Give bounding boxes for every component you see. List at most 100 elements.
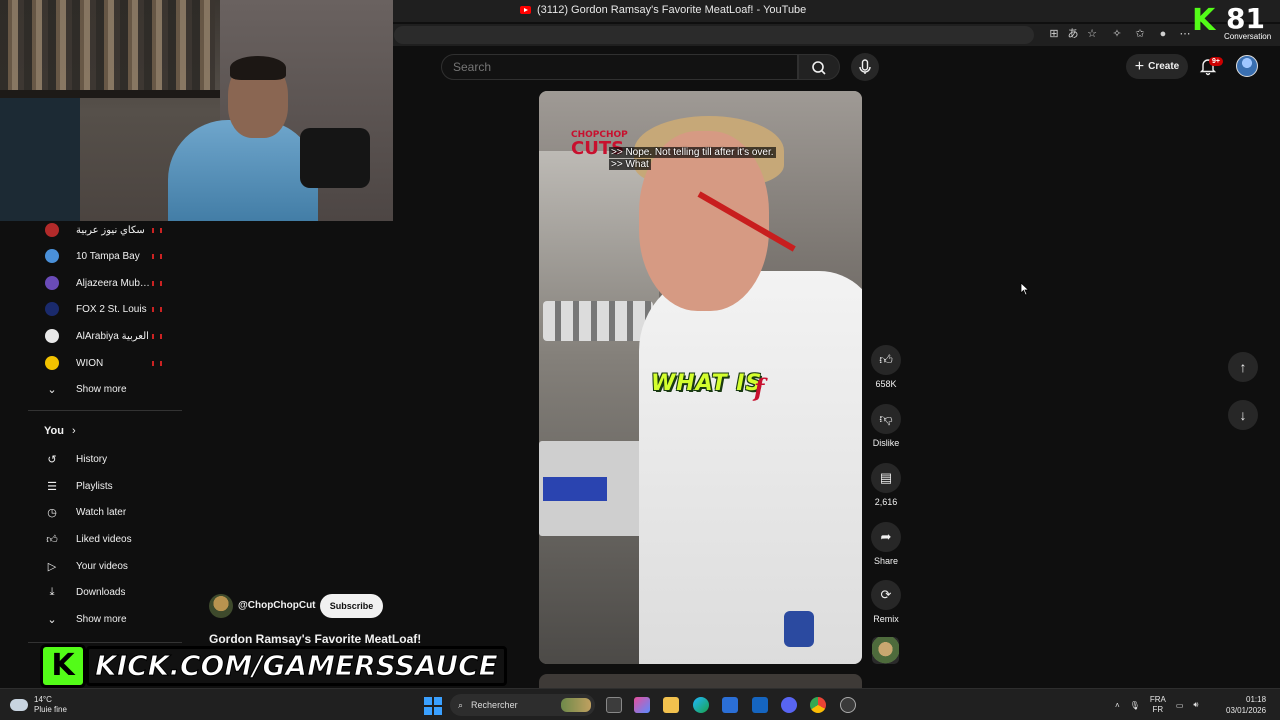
remix-icon: ⟳ xyxy=(871,580,901,610)
favorite-star-icon[interactable]: ☆ xyxy=(1085,27,1099,41)
file-explorer-icon[interactable] xyxy=(663,697,679,713)
sidebar-item-label: Watch later xyxy=(76,506,127,518)
chevron-right-icon: › xyxy=(71,425,76,437)
like-count: 658K xyxy=(875,379,897,389)
thumbs-up-icon: 👍︎ xyxy=(871,345,901,375)
show-more-channels[interactable]: ⌄ Show more xyxy=(28,376,182,402)
create-button[interactable]: + Create xyxy=(1126,54,1188,79)
remix-button[interactable]: ⟳ Remix xyxy=(870,580,902,624)
shelf-board xyxy=(0,90,220,98)
app-available-icon[interactable]: ⊞ xyxy=(1047,27,1061,41)
streamer-hair xyxy=(230,56,286,80)
watch-later-icon: ◷ xyxy=(47,506,57,519)
favorites-icon[interactable]: ✩ xyxy=(1133,27,1147,41)
subscribe-button[interactable]: Subscribe xyxy=(320,594,383,618)
sidebar-divider xyxy=(28,410,182,411)
sidebar-item-playlists[interactable]: ☰ Playlists xyxy=(28,473,182,499)
live-indicator-icon xyxy=(152,360,162,366)
channel-avatar xyxy=(45,356,59,370)
previous-short-button[interactable]: ↑ xyxy=(1228,352,1258,382)
show-more-label: Show more xyxy=(76,613,127,625)
download-icon: ⤓ xyxy=(49,585,55,598)
you-section-header[interactable]: You › xyxy=(44,425,76,437)
share-label: Share xyxy=(873,556,899,566)
share-icon: ➦ xyxy=(871,522,901,552)
obs-icon[interactable] xyxy=(840,697,856,713)
taskbar-search[interactable]: ⌕ Rechercher xyxy=(450,694,595,716)
microsoft-store-icon[interactable] xyxy=(722,697,738,713)
channel-name[interactable]: @ChopChopCut xyxy=(238,600,316,611)
discord-icon[interactable] xyxy=(781,697,797,713)
next-short-preview[interactable] xyxy=(539,674,862,688)
sound-thumbnail[interactable] xyxy=(872,637,899,664)
sidebar-channel[interactable]: 10 Tampa Bay xyxy=(28,243,182,269)
outlook-icon[interactable] xyxy=(752,697,768,713)
language-indicator[interactable]: FRA FR xyxy=(1150,695,1166,715)
translate-icon[interactable]: あ xyxy=(1066,27,1080,41)
video-overlay-f: f xyxy=(754,373,765,402)
kick-viewer-counter: K 81 Conversation xyxy=(1188,4,1278,42)
extensions-icon[interactable]: ✧ xyxy=(1110,27,1124,41)
sidebar-channel[interactable]: FOX 2 St. Louis xyxy=(28,296,182,322)
tab-title-text: (3112) Gordon Ramsay's Favorite MeatLoaf… xyxy=(537,4,807,16)
sidebar-item-downloads[interactable]: ⤓ Downloads xyxy=(28,579,182,605)
mouse-cursor-icon xyxy=(1020,282,1030,296)
kick-channel-banner: K KICK.COM/GAMERSSAUCE xyxy=(40,642,507,690)
live-indicator-icon xyxy=(152,253,162,259)
search-box[interactable] xyxy=(441,54,798,80)
sidebar-channel[interactable]: سكاي نيوز عربية xyxy=(28,217,182,243)
channel-avatar[interactable] xyxy=(209,594,233,618)
channel-label: Aljazeera Mubas... xyxy=(76,277,154,289)
browser-tab-title[interactable]: (3112) Gordon Ramsay's Favorite MeatLoaf… xyxy=(520,4,806,16)
like-button[interactable]: 👍︎ 658K xyxy=(870,345,902,389)
edge-browser-icon[interactable] xyxy=(693,697,709,713)
address-field[interactable] xyxy=(394,26,1034,44)
sidebar-channel[interactable]: AlArabiya العربية xyxy=(28,323,182,349)
dislike-button[interactable]: 👎︎ Dislike xyxy=(870,404,902,448)
taskbar-clock[interactable]: 01:18 03/01/2026 xyxy=(1226,694,1266,716)
video-overlay-text: WHAT IS xyxy=(651,371,763,396)
sidebar-item-watch-later[interactable]: ◷ Watch later xyxy=(28,499,182,525)
short-video-player[interactable]: CHOPCHOP CUTS >> Nope. Not telling till … xyxy=(539,91,862,664)
channel-label: سكاي نيوز عربية xyxy=(76,224,145,236)
history-icon: ↺ xyxy=(47,453,57,466)
voice-search-button[interactable] xyxy=(851,53,879,81)
sidebar-channel[interactable]: Aljazeera Mubas... xyxy=(28,270,182,296)
sidebar-channel[interactable]: WION xyxy=(28,350,182,376)
weather-temp: 14°C xyxy=(34,695,52,704)
lang-top: FRA xyxy=(1149,695,1166,704)
clock-date: 03/01/2026 xyxy=(1226,706,1267,715)
copilot-icon[interactable] xyxy=(634,697,650,713)
cloud-icon xyxy=(10,699,28,711)
weather-widget[interactable]: 14°C Pluie fine xyxy=(10,695,67,715)
volume-icon[interactable]: 🔊︎ xyxy=(1193,700,1198,710)
show-more-you[interactable]: ⌄ Show more xyxy=(28,606,182,632)
background-shadow xyxy=(0,98,80,221)
task-view-icon[interactable] xyxy=(606,697,622,713)
sidebar-item-label: Downloads xyxy=(76,586,126,598)
next-short-button[interactable]: ↓ xyxy=(1228,400,1258,430)
live-indicator-icon xyxy=(152,227,162,233)
arrow-up-icon: ↑ xyxy=(1239,359,1247,375)
dislike-label: Dislike xyxy=(872,438,900,448)
network-icon[interactable]: ▭ xyxy=(1176,701,1184,710)
create-label: Create xyxy=(1148,61,1180,72)
channel-label: AlArabiya العربية xyxy=(76,330,149,342)
search-input[interactable] xyxy=(442,55,797,79)
chef-jacket xyxy=(639,271,862,664)
sidebar-item-liked-videos[interactable]: 👍︎ Liked videos xyxy=(28,526,182,552)
account-avatar[interactable] xyxy=(1236,55,1258,77)
sidebar-item-your-videos[interactable]: ▷ Your videos xyxy=(28,553,182,579)
microphone-icon[interactable]: 🎙︎ xyxy=(1130,701,1140,710)
channel-avatar xyxy=(45,223,59,237)
sidebar-item-label: Your videos xyxy=(76,560,128,572)
search-button[interactable] xyxy=(798,54,840,80)
sidebar-item-history[interactable]: ↺ History xyxy=(28,446,182,472)
profile-icon[interactable]: ● xyxy=(1156,27,1170,41)
chrome-icon[interactable] xyxy=(810,697,826,713)
chevron-up-icon[interactable]: ˄ xyxy=(1115,701,1120,710)
windows-start-button[interactable] xyxy=(424,697,442,715)
comments-button[interactable]: ▤ 2,616 xyxy=(870,463,902,507)
show-more-label: Show more xyxy=(76,383,127,395)
share-button[interactable]: ➦ Share xyxy=(870,522,902,566)
